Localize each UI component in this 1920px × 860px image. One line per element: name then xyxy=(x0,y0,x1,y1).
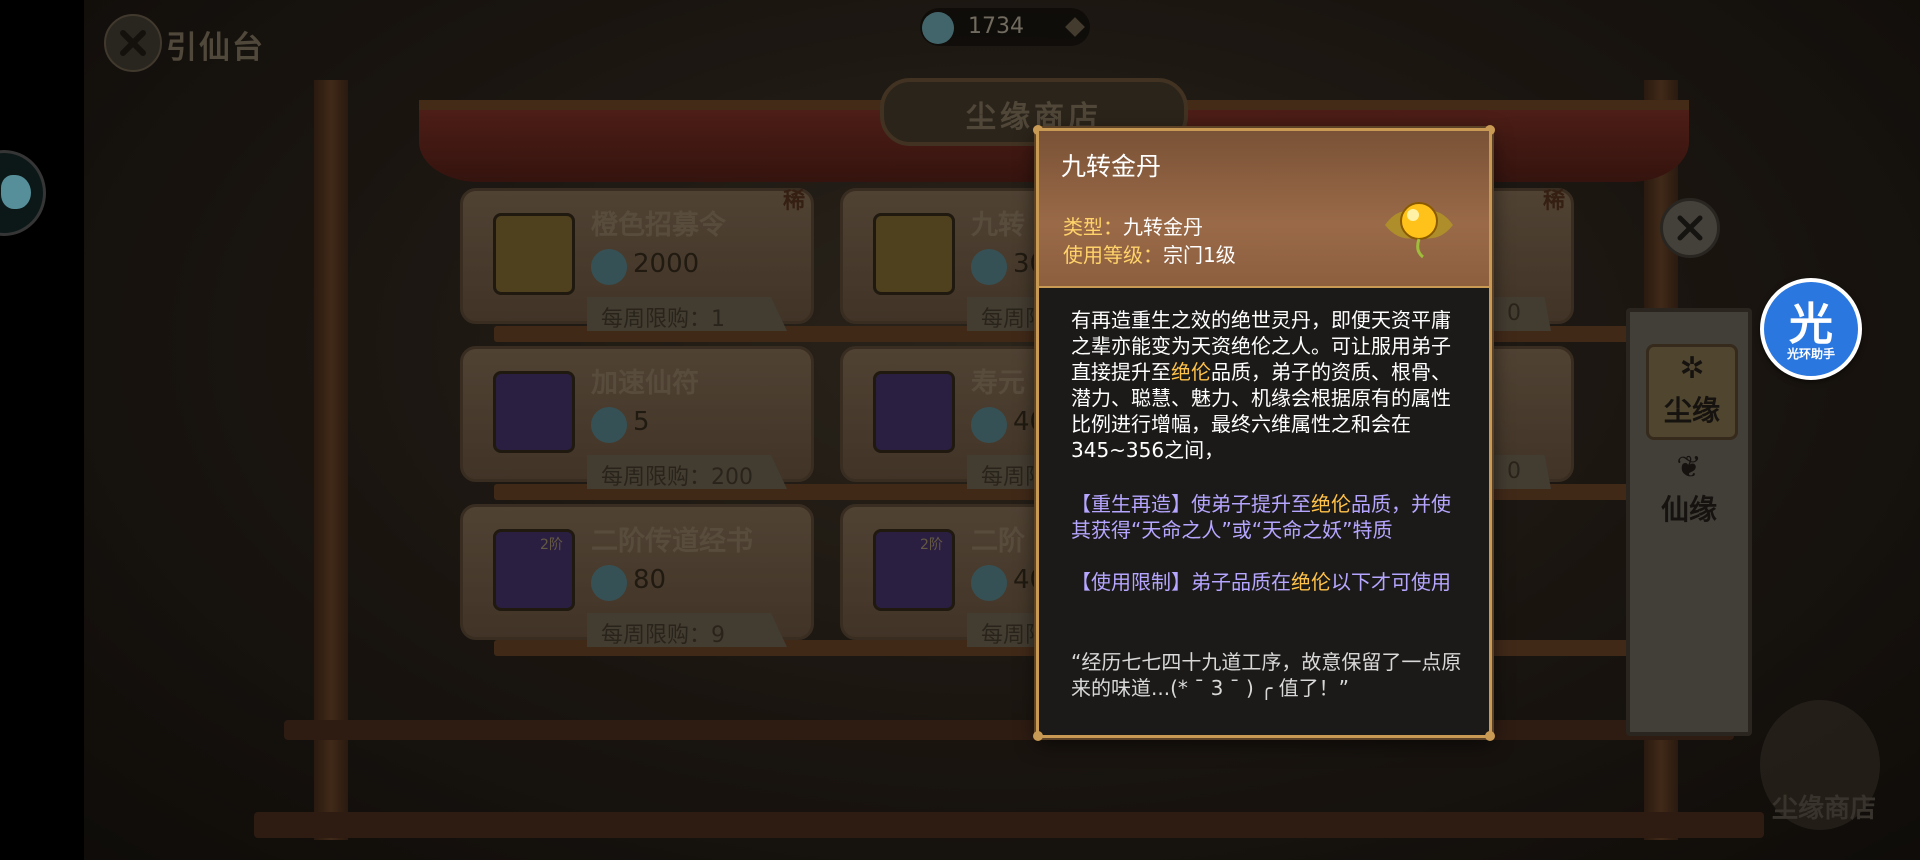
purchase-limit-text: 每周限购：1 xyxy=(601,307,725,332)
currency-value: 1734 xyxy=(968,14,1024,39)
tooltip-description: 有再造重生之效的绝世灵丹，即便天资平庸之辈亦能变为天资绝伦之人。可让服用弟子直接… xyxy=(1071,307,1467,463)
scripture-scroll-icon: 2阶 xyxy=(493,529,575,611)
tab-chenyuan-icon: ✲ xyxy=(1679,351,1705,386)
tooltip-flavor-quote: “经历七七四十九道工序，故意保留了一点原来的味道...(* ˉ 3 ˉ ) ╭ … xyxy=(1071,650,1462,700)
side-tab-panel: ✲ 尘缘 ❦ 仙缘 xyxy=(1626,308,1752,736)
item-name: 加速仙符 xyxy=(591,368,699,399)
spirit-stone-icon xyxy=(591,565,627,601)
spirit-stone-icon xyxy=(971,407,1007,443)
tier-badge: 2阶 xyxy=(540,537,563,553)
effect-text: 【使用限制】弟子品质在 xyxy=(1071,570,1291,594)
item-tooltip: 九转金丹 类型：九转金丹 使用等级：宗门1级 有再造重生之效的绝世灵丹，即便天资… xyxy=(1033,125,1495,741)
stall-floor xyxy=(254,812,1764,838)
tooltip-corner xyxy=(1485,731,1495,741)
shop-item-card[interactable]: 橙色招募令 2000 每周限购：1 稀 xyxy=(460,188,814,331)
spirit-stone-icon xyxy=(591,249,627,285)
effect-text: 以下才可使用 xyxy=(1331,570,1451,594)
item-name: 寿元 xyxy=(971,368,1025,399)
effect-text: 【重生再造】使弟子提升至 xyxy=(1071,492,1311,516)
type-value: 九转金丹 xyxy=(1123,215,1203,239)
effect-highlight: 绝伦 xyxy=(1291,570,1331,594)
purchase-limit: 每周限购：9 xyxy=(587,613,787,647)
level-value: 宗门1级 xyxy=(1163,243,1236,267)
golden-pill-icon xyxy=(873,213,955,295)
speed-talisman-icon xyxy=(493,371,575,453)
purchase-limit-text: 每周限购：200 xyxy=(601,465,753,490)
spirit-stone-icon xyxy=(922,12,954,44)
floating-assistant-ball[interactable] xyxy=(0,150,46,236)
item-price: 5 xyxy=(633,407,650,437)
spirit-stone-icon xyxy=(971,249,1007,285)
close-icon xyxy=(1677,215,1703,241)
tab-xianyuan[interactable]: ❦ 仙缘 xyxy=(1646,446,1732,536)
spirit-stone-icon xyxy=(971,565,1007,601)
tooltip-effect-rebirth: 【重生再造】使弟子提升至绝伦品质，并使其获得“天命之人”或“天命之妖”特质 xyxy=(1071,491,1467,543)
tooltip-title: 九转金丹 xyxy=(1061,152,1162,181)
longevity-item-icon xyxy=(873,371,955,453)
purchase-limit-text: 每周限购：9 xyxy=(601,623,725,648)
description-highlight: 绝伦 xyxy=(1171,360,1211,384)
tab-chenyuan-label: 尘缘 xyxy=(1663,394,1720,427)
purchase-limit: 每周限购：200 xyxy=(587,455,787,489)
close-icon xyxy=(120,30,146,56)
shop-item-card[interactable]: 加速仙符 5 每周限购：200 xyxy=(460,346,814,489)
tier-badge: 2阶 xyxy=(920,537,943,553)
item-name: 二阶 xyxy=(971,526,1025,557)
close-button[interactable] xyxy=(1660,198,1720,258)
item-price: 80 xyxy=(633,565,667,595)
assistant-mascot-icon xyxy=(1,175,31,209)
item-name: 九转 xyxy=(971,210,1025,241)
scripture-chest-icon: 2阶 xyxy=(873,529,955,611)
tooltip-effect-limit: 【使用限制】弟子品质在绝伦以下才可使用 xyxy=(1071,569,1467,595)
purchase-limit-text: 0 xyxy=(1507,301,1521,326)
item-price: 2000 xyxy=(633,249,700,279)
rare-badge: 稀 xyxy=(1542,189,1565,214)
golden-pill-icon xyxy=(1385,202,1453,259)
effect-highlight: 绝伦 xyxy=(1311,492,1351,516)
tooltip-type-row: 类型：九转金丹 xyxy=(1063,211,1203,240)
item-name: 二阶传道经书 xyxy=(591,526,753,557)
tooltip-level-row: 使用等级：宗门1级 xyxy=(1063,239,1236,268)
purchase-limit: 每周限购：1 xyxy=(587,297,787,331)
shop-item-card[interactable]: 2阶 二阶传道经书 80 每周限购：9 xyxy=(460,504,814,647)
rare-badge: 稀 xyxy=(782,189,805,214)
plus-icon[interactable] xyxy=(1065,17,1085,37)
tab-xianyuan-label: 仙缘 xyxy=(1660,493,1717,526)
spirit-stone-icon xyxy=(591,407,627,443)
helper-label: 光环助手 xyxy=(1786,347,1835,361)
tooltip-corner xyxy=(1033,731,1043,741)
back-button[interactable] xyxy=(104,14,162,72)
assistant-helper-button[interactable]: 光 光环助手 xyxy=(1760,278,1862,380)
tooltip-header: 九转金丹 类型：九转金丹 使用等级：宗门1级 xyxy=(1039,131,1489,288)
currency-display: 1734 xyxy=(920,8,1090,46)
item-name: 橙色招募令 xyxy=(591,210,726,241)
level-label: 使用等级： xyxy=(1063,243,1163,267)
tab-xianyuan-icon: ❦ xyxy=(1676,450,1702,485)
back-title: 引仙台 xyxy=(166,30,265,66)
helper-logo-icon: 光 xyxy=(1789,299,1833,350)
recruit-token-icon xyxy=(493,213,575,295)
shop-corner-label: 尘缘商店 xyxy=(1772,794,1877,824)
tab-chenyuan[interactable]: ✲ 尘缘 xyxy=(1646,344,1738,440)
type-label: 类型： xyxy=(1063,215,1123,239)
purchase-limit-text: 0 xyxy=(1507,459,1521,484)
stall-base xyxy=(284,720,1734,740)
